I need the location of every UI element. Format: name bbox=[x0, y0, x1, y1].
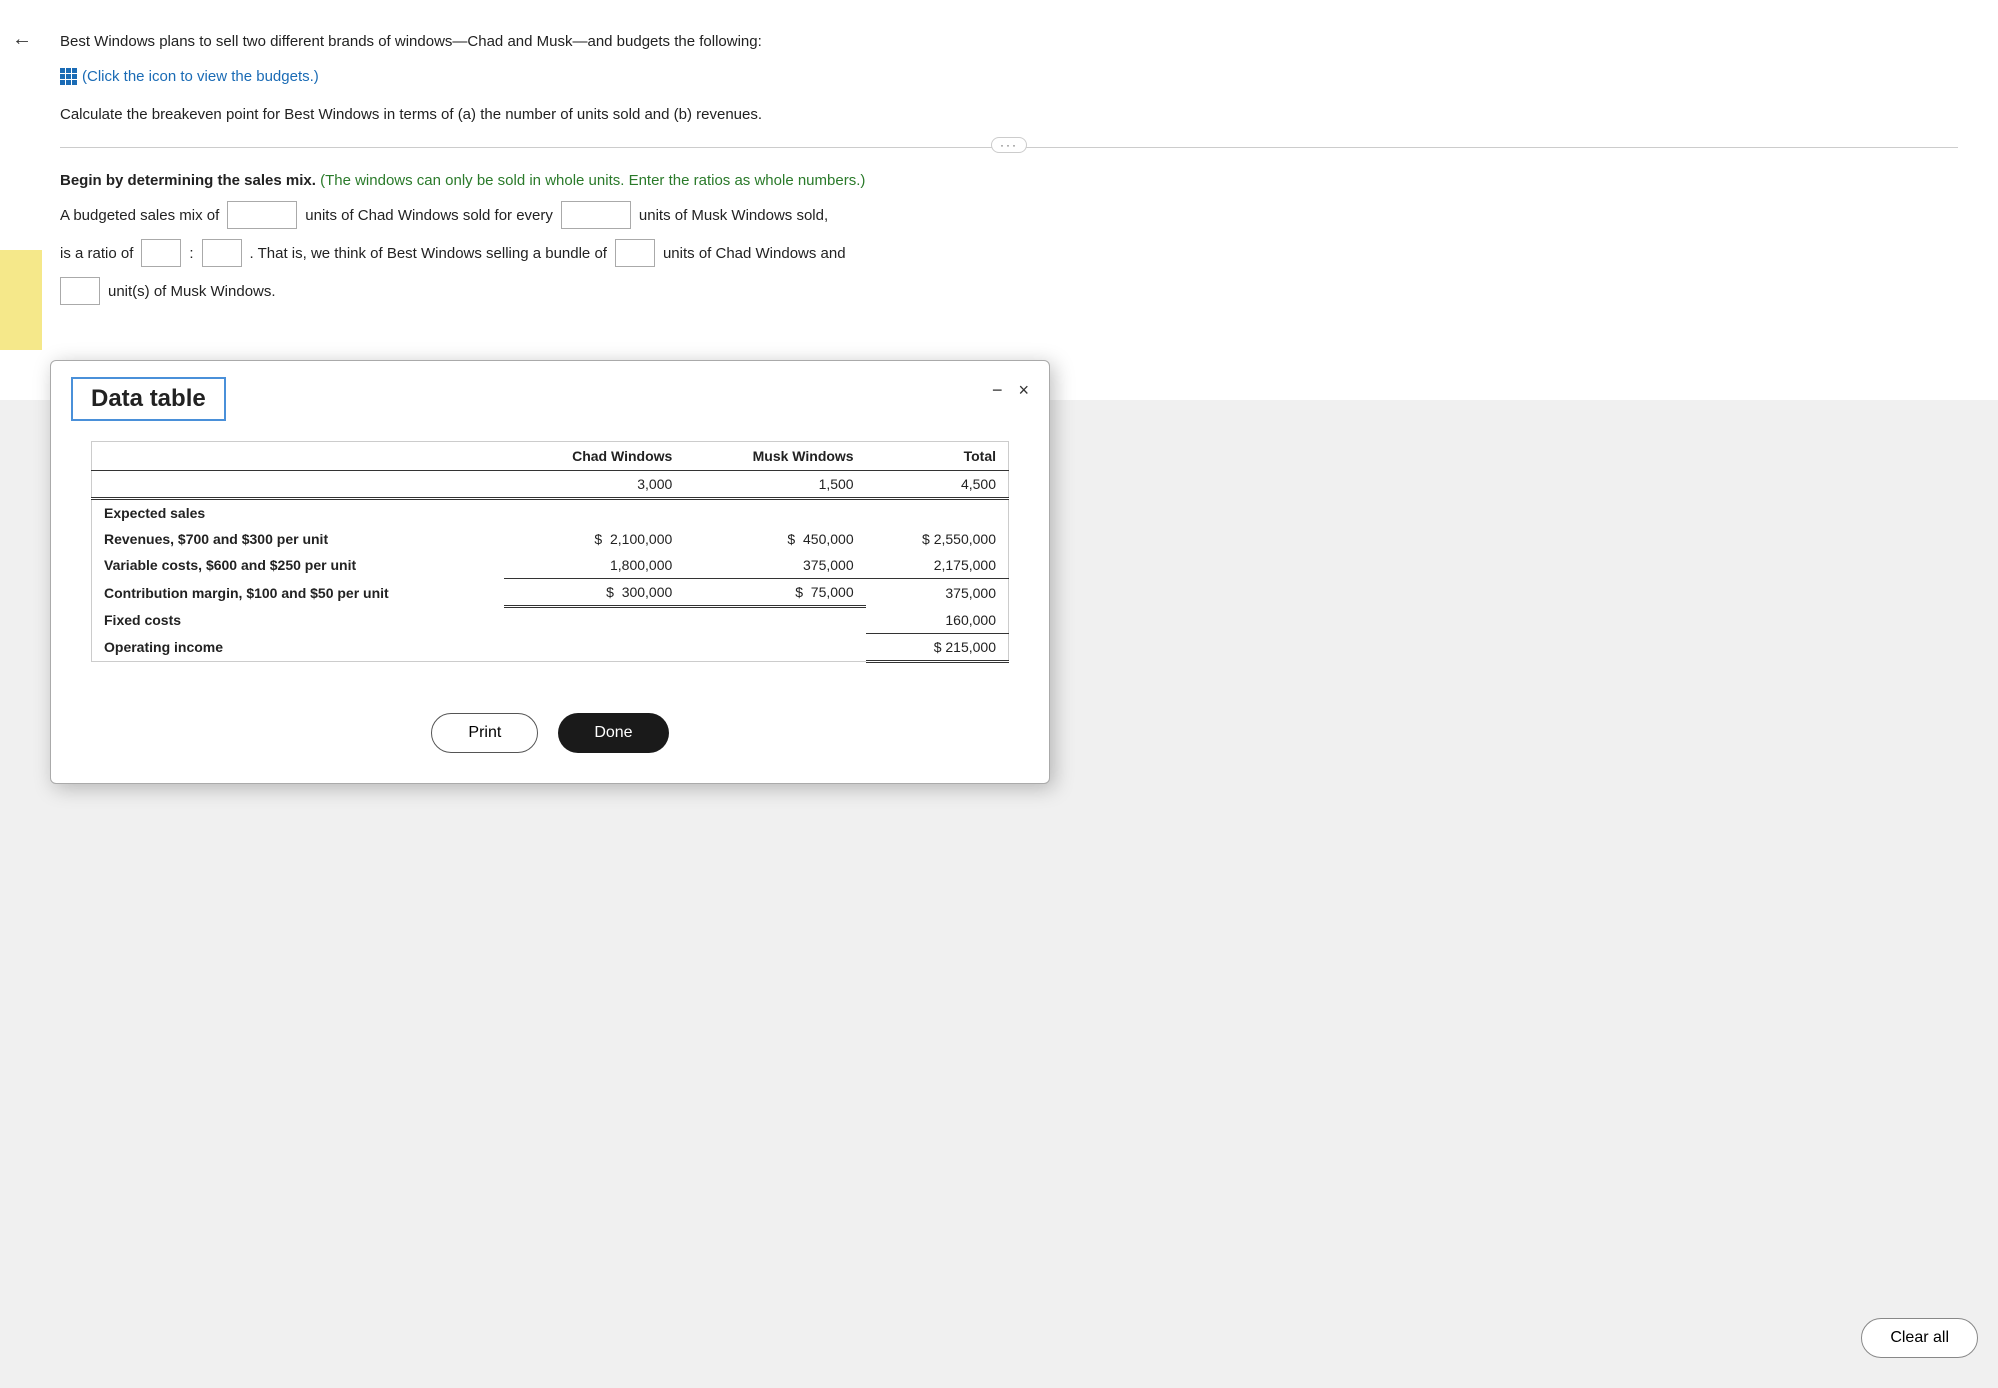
variable-costs-total: 2,175,000 bbox=[866, 552, 1009, 579]
print-button[interactable]: Print bbox=[431, 713, 538, 753]
sales-mix-heading: Begin by determining the sales mix. (The… bbox=[60, 172, 1958, 189]
grid-icon bbox=[60, 68, 77, 85]
contrib-margin-musk: $ 75,000 bbox=[684, 579, 865, 607]
row1-prefix: A budgeted sales mix of bbox=[60, 207, 219, 224]
ratio-left-input[interactable] bbox=[141, 239, 181, 267]
calculate-text: Calculate the breakeven point for Best W… bbox=[60, 103, 1958, 127]
contrib-margin-label: Contribution margin, $100 and $50 per un… bbox=[92, 579, 505, 607]
expected-sales-label: Expected sales bbox=[92, 499, 505, 527]
sales-mix-row2: is a ratio of : . That is, we think of B… bbox=[60, 239, 1958, 267]
table-row: Operating income $ 215,000 bbox=[92, 633, 1009, 661]
modal-title: Data table bbox=[71, 377, 226, 421]
view-budgets-label: (Click the icon to view the budgets.) bbox=[82, 68, 319, 85]
row2-prefix: is a ratio of bbox=[60, 245, 133, 262]
col-header-chad: Chad Windows bbox=[504, 442, 684, 471]
row1-suffix: units of Musk Windows sold, bbox=[639, 207, 828, 224]
operating-income-musk bbox=[684, 633, 865, 661]
ratio-right-input[interactable] bbox=[202, 239, 242, 267]
variable-costs-musk: 375,000 bbox=[684, 552, 865, 579]
clear-all-button[interactable]: Clear all bbox=[1861, 1318, 1978, 1358]
revenues-label: Revenues, $700 and $300 per unit bbox=[92, 526, 505, 552]
modal-controls: − × bbox=[992, 381, 1029, 399]
financial-table: Chad Windows Musk Windows Total 3,000 1,… bbox=[91, 441, 1009, 663]
revenues-musk: $ 450,000 bbox=[684, 526, 865, 552]
done-button[interactable]: Done bbox=[558, 713, 668, 753]
modal-header: Data table − × bbox=[51, 361, 1049, 421]
revenues-chad: $ 2,100,000 bbox=[504, 526, 684, 552]
row1-mid: units of Chad Windows sold for every bbox=[305, 207, 553, 224]
chad-units-input[interactable] bbox=[227, 201, 297, 229]
table-row: Fixed costs 160,000 bbox=[92, 607, 1009, 634]
units-total: 4,500 bbox=[866, 471, 1009, 499]
contrib-margin-chad: $ 300,000 bbox=[504, 579, 684, 607]
sales-mix-row3: unit(s) of Musk Windows. bbox=[60, 277, 1958, 305]
operating-income-total: $ 215,000 bbox=[866, 633, 1009, 661]
units-chad: 3,000 bbox=[504, 471, 684, 499]
table-row: Variable costs, $600 and $250 per unit 1… bbox=[92, 552, 1009, 579]
table-row: Contribution margin, $100 and $50 per un… bbox=[92, 579, 1009, 607]
colon: : bbox=[189, 245, 193, 262]
variable-costs-label: Variable costs, $600 and $250 per unit bbox=[92, 552, 505, 579]
fixed-costs-musk bbox=[684, 607, 865, 634]
intro-text: Best Windows plans to sell two different… bbox=[60, 30, 1958, 54]
modal-footer: Print Done bbox=[51, 713, 1049, 753]
minimize-button[interactable]: − bbox=[992, 381, 1003, 399]
row3-suffix: unit(s) of Musk Windows. bbox=[108, 283, 276, 300]
variable-costs-chad: 1,800,000 bbox=[504, 552, 684, 579]
row2-mid: . That is, we think of Best Windows sell… bbox=[250, 245, 607, 262]
sales-mix-section: Begin by determining the sales mix. (The… bbox=[60, 172, 1958, 305]
col-header-total: Total bbox=[866, 442, 1009, 471]
expected-sales-total bbox=[866, 499, 1009, 527]
table-row: Expected sales bbox=[92, 499, 1009, 527]
operating-income-chad bbox=[504, 633, 684, 661]
view-budgets-link[interactable]: (Click the icon to view the budgets.) bbox=[60, 68, 319, 85]
operating-income-label: Operating income bbox=[92, 633, 505, 661]
units-label bbox=[92, 471, 505, 499]
bundle-musk-input[interactable] bbox=[60, 277, 100, 305]
row2-suffix: units of Chad Windows and bbox=[663, 245, 846, 262]
table-header-row: Chad Windows Musk Windows Total bbox=[92, 442, 1009, 471]
highlight-bar bbox=[0, 250, 42, 350]
col-header-musk: Musk Windows bbox=[684, 442, 865, 471]
col-header-label bbox=[92, 442, 505, 471]
bundle-chad-input[interactable] bbox=[615, 239, 655, 267]
green-note: (The windows can only be sold in whole u… bbox=[320, 172, 865, 189]
divider-dots: ··· bbox=[991, 137, 1027, 153]
close-button[interactable]: × bbox=[1018, 381, 1029, 399]
expected-sales-musk bbox=[684, 499, 865, 527]
revenues-total: $ 2,550,000 bbox=[866, 526, 1009, 552]
expected-sales-chad bbox=[504, 499, 684, 527]
fixed-costs-total: 160,000 bbox=[866, 607, 1009, 634]
data-table-modal: Data table − × Chad Windows Musk Windows… bbox=[50, 360, 1050, 784]
units-musk: 1,500 bbox=[684, 471, 865, 499]
contrib-margin-total: 375,000 bbox=[866, 579, 1009, 607]
table-row: Revenues, $700 and $300 per unit $ 2,100… bbox=[92, 526, 1009, 552]
modal-body: Chad Windows Musk Windows Total 3,000 1,… bbox=[51, 421, 1049, 683]
fixed-costs-label: Fixed costs bbox=[92, 607, 505, 634]
fixed-costs-chad bbox=[504, 607, 684, 634]
sales-mix-row1: A budgeted sales mix of units of Chad Wi… bbox=[60, 201, 1958, 229]
units-row: 3,000 1,500 4,500 bbox=[92, 471, 1009, 499]
back-button[interactable]: ← bbox=[12, 28, 32, 51]
musk-units-input[interactable] bbox=[561, 201, 631, 229]
